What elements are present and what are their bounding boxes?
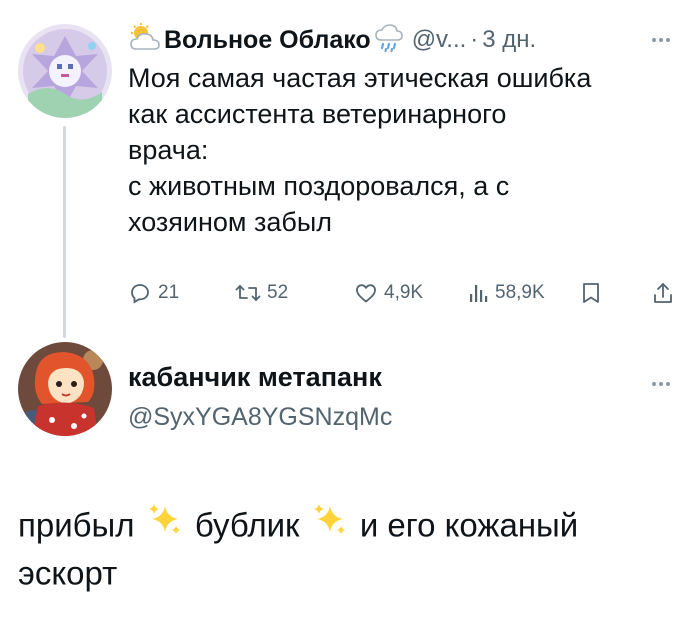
more-options-icon[interactable]: [652, 38, 670, 42]
author-handle[interactable]: @v...: [412, 26, 467, 54]
sun-behind-cloud-icon: [128, 22, 162, 58]
bookmark-button[interactable]: [581, 281, 601, 305]
sparkles-icon: [147, 502, 183, 548]
avatar[interactable]: [18, 24, 112, 118]
sparkles-icon: [312, 502, 348, 548]
share-button[interactable]: [652, 281, 674, 305]
views-icon: [469, 281, 489, 305]
reply-author-handle[interactable]: @SyxYGA8YGSNzqMc: [128, 403, 392, 432]
bookmark-icon: [581, 281, 601, 305]
timestamp[interactable]: 3 дн.: [482, 26, 536, 54]
like-button[interactable]: 4,9K: [354, 281, 423, 305]
repost-count: 52: [267, 282, 289, 303]
repost-icon: [235, 281, 261, 305]
reply-author-name[interactable]: кабанчик метапанк: [128, 362, 382, 393]
reply-text: прибыл бублик и его кожаный эскорт: [18, 500, 678, 597]
avatar[interactable]: [18, 342, 112, 436]
thread-line: [63, 126, 66, 338]
more-options-icon[interactable]: [652, 382, 670, 386]
separator: ·: [470, 26, 479, 53]
author-name[interactable]: Вольное Облако: [164, 26, 371, 55]
repost-button[interactable]: 52: [235, 281, 288, 305]
like-count: 4,9K: [384, 282, 424, 303]
reply-button[interactable]: 21: [128, 281, 179, 305]
cloud-with-rain-icon: [374, 23, 404, 58]
reply-count: 21: [158, 282, 180, 303]
reply-text-part: прибыл: [18, 506, 135, 544]
reply-icon: [128, 281, 152, 305]
tweet-text: Моя самая частая этическая ошибка как ас…: [128, 63, 592, 237]
reply-text-part: бублик: [194, 506, 300, 544]
views-button[interactable]: 58,9K: [469, 281, 545, 305]
heart-icon: [354, 281, 378, 305]
action-bar: 21 52 4,9K 58,9K: [128, 281, 684, 313]
post-header: Вольное Облако @v... · 3 дн.: [128, 20, 536, 60]
share-icon: [652, 281, 674, 305]
views-count: 58,9K: [495, 282, 545, 303]
